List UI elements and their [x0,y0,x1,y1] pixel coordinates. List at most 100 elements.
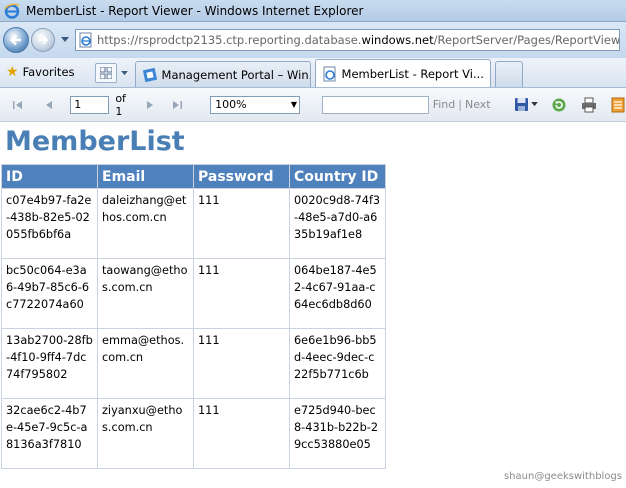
url-domain: windows.net [361,33,434,47]
table-row: 13ab2700-28fb-4f10-9ff4-7dc74f795802 emm… [1,328,386,399]
cell-country-id: 0020c9d8-74f3-48e5-a7d0-a635b19af1e8 [289,188,386,259]
favorites-label: Favorites [22,65,75,79]
page-icon [79,32,92,48]
chevron-down-icon [61,37,69,42]
cell-id: 13ab2700-28fb-4f10-9ff4-7dc74f795802 [1,328,98,399]
internet-explorer-icon [4,3,20,19]
tab-label: MemberList - Report Vi... [341,66,484,81]
tab-memberlist-report[interactable]: MemberList - Report Vi... ✕ [314,59,491,87]
cell-text: ziyanxu@ethos.com.cn [102,404,183,434]
cell-text: 111 [198,194,220,207]
cell-id: bc50c064-e3a6-49b7-85c6-6c7722074a60 [1,258,98,329]
cell-country-id: 6e6e1b96-bb5d-4eec-9dec-c22f5b771c6b [289,328,386,399]
cell-password: 111 [193,328,290,399]
tab-management-portal[interactable]: Management Portal – Win... [134,61,311,87]
cell-text: daleizhang@ethos.com.cn [102,194,187,224]
watermark: shaun@geekswithblogs [503,471,622,482]
member-table: ID Email Password Country ID c07e4b97-fa… [1,164,386,469]
find-link[interactable]: Find [433,98,456,111]
cell-text: 0020c9d8-74f3-48e5-a7d0-a635b19af1e8 [294,194,381,241]
printer-icon [581,97,596,112]
title-bar: MemberList - Report Viewer - Windows Int… [0,0,626,22]
url-prefix: https://rsprodctp2135.ctp.reporting.data… [97,33,362,47]
column-header-password: Password [193,164,290,189]
chevron-down-icon: ▼ [290,100,298,109]
print-button[interactable] [581,97,597,113]
cell-text: 111 [198,334,220,347]
arrow-right-icon [38,35,49,45]
save-icon [515,98,529,111]
cell-text: c07e4b97-fa2e-438b-82e5-02055fb6bf6a [6,194,92,241]
tab-label: Management Portal – Win... [161,67,311,82]
address-row: https://rsprodctp2135.ctp.reporting.data… [0,22,626,58]
tabs-bar: ★ Favorites Management Portal – Win... M… [0,58,626,88]
previous-page-button[interactable] [41,97,57,113]
column-header-id: ID [1,164,98,189]
favorites-button[interactable]: ★ Favorites [0,60,81,84]
chevron-down-icon [531,102,538,107]
find-input[interactable] [321,95,429,114]
new-tab-button[interactable] [494,61,523,87]
table-row: bc50c064-e3a6-49b7-85c6-6c7722074a60 tao… [1,258,386,329]
cell-text: emma@ethos.com.cn [102,334,185,364]
export-button[interactable] [514,97,530,113]
page-icon [323,66,336,81]
report-toolbar: 1 of 1 100% ▼ Find | Next [0,88,626,122]
url-text: https://rsprodctp2135.ctp.reporting.data… [97,33,620,47]
cell-text: 6e6e1b96-bb5d-4eec-9dec-c22f5b771c6b [294,334,377,381]
cell-text: 111 [198,264,220,277]
page-number-input[interactable]: 1 [70,95,110,114]
cell-text: 32cae6c2-4b7e-45e7-9c5c-a8136a3f7810 [6,404,88,451]
table-row: c07e4b97-fa2e-438b-82e5-02055fb6bf6a dal… [1,188,386,259]
first-page-icon [12,100,22,109]
cell-text: 13ab2700-28fb-4f10-9ff4-7dc74f795802 [6,334,93,381]
previous-page-icon [45,100,52,109]
next-page-icon [146,100,153,109]
cell-text: 064be187-4e52-4c67-91aa-c64ec6db8d60 [294,264,377,311]
address-bar[interactable]: https://rsprodctp2135.ctp.reporting.data… [75,29,620,51]
refresh-icon [552,98,566,111]
report-title: MemberList [5,126,185,157]
cell-text: 111 [198,404,220,417]
cell-country-id: e725d940-bec8-431b-b22b-29cc53880e05 [289,398,386,469]
cell-text: bc50c064-e3a6-49b7-85c6-6c7722074a60 [6,264,90,311]
chevron-down-icon [121,70,128,75]
page-count: of 1 [115,91,126,118]
star-icon: ★ [6,64,19,80]
forward-button[interactable] [31,28,55,52]
arrow-left-icon [9,34,21,46]
column-header-country-id: Country ID [289,164,386,189]
recent-pages-dropdown[interactable] [59,34,71,46]
cell-email: emma@ethos.com.cn [97,328,194,399]
cell-password: 111 [193,398,290,469]
back-button[interactable] [3,27,29,53]
table-header-row: ID Email Password Country ID [1,164,386,189]
url-suffix: /ReportServer/Pages/ReportViewer.aspx? [433,33,620,47]
data-feed-button[interactable] [610,97,626,113]
grid-icon [99,67,112,79]
last-page-icon [172,100,182,109]
table-row: 32cae6c2-4b7e-45e7-9c5c-a8136a3f7810 ziy… [1,398,386,469]
zoom-select[interactable]: 100% ▼ [210,95,301,114]
refresh-button[interactable] [551,97,567,113]
cell-email: ziyanxu@ethos.com.cn [97,398,194,469]
column-header-email: Email [97,164,194,189]
cell-text: e725d940-bec8-431b-b22b-29cc53880e05 [294,404,379,451]
cell-country-id: 064be187-4e52-4c67-91aa-c64ec6db8d60 [289,258,386,329]
next-link[interactable]: Next [465,98,491,111]
tab-list-dropdown[interactable] [119,63,131,83]
data-feed-icon [611,97,625,112]
cell-password: 111 [193,258,290,329]
window-title: MemberList - Report Viewer - Windows Int… [26,3,364,18]
last-page-button[interactable] [169,97,185,113]
zoom-value: 100% [215,98,247,111]
windows-azure-icon [142,67,157,82]
export-dropdown[interactable] [530,97,540,113]
quick-tabs-button[interactable] [94,63,117,83]
cell-email: daleizhang@ethos.com.cn [97,188,194,259]
first-page-button[interactable] [10,97,26,113]
cell-text: taowang@ethos.com.cn [102,264,188,294]
cell-id: 32cae6c2-4b7e-45e7-9c5c-a8136a3f7810 [1,398,98,469]
cell-password: 111 [193,188,290,259]
next-page-button[interactable] [142,97,158,113]
